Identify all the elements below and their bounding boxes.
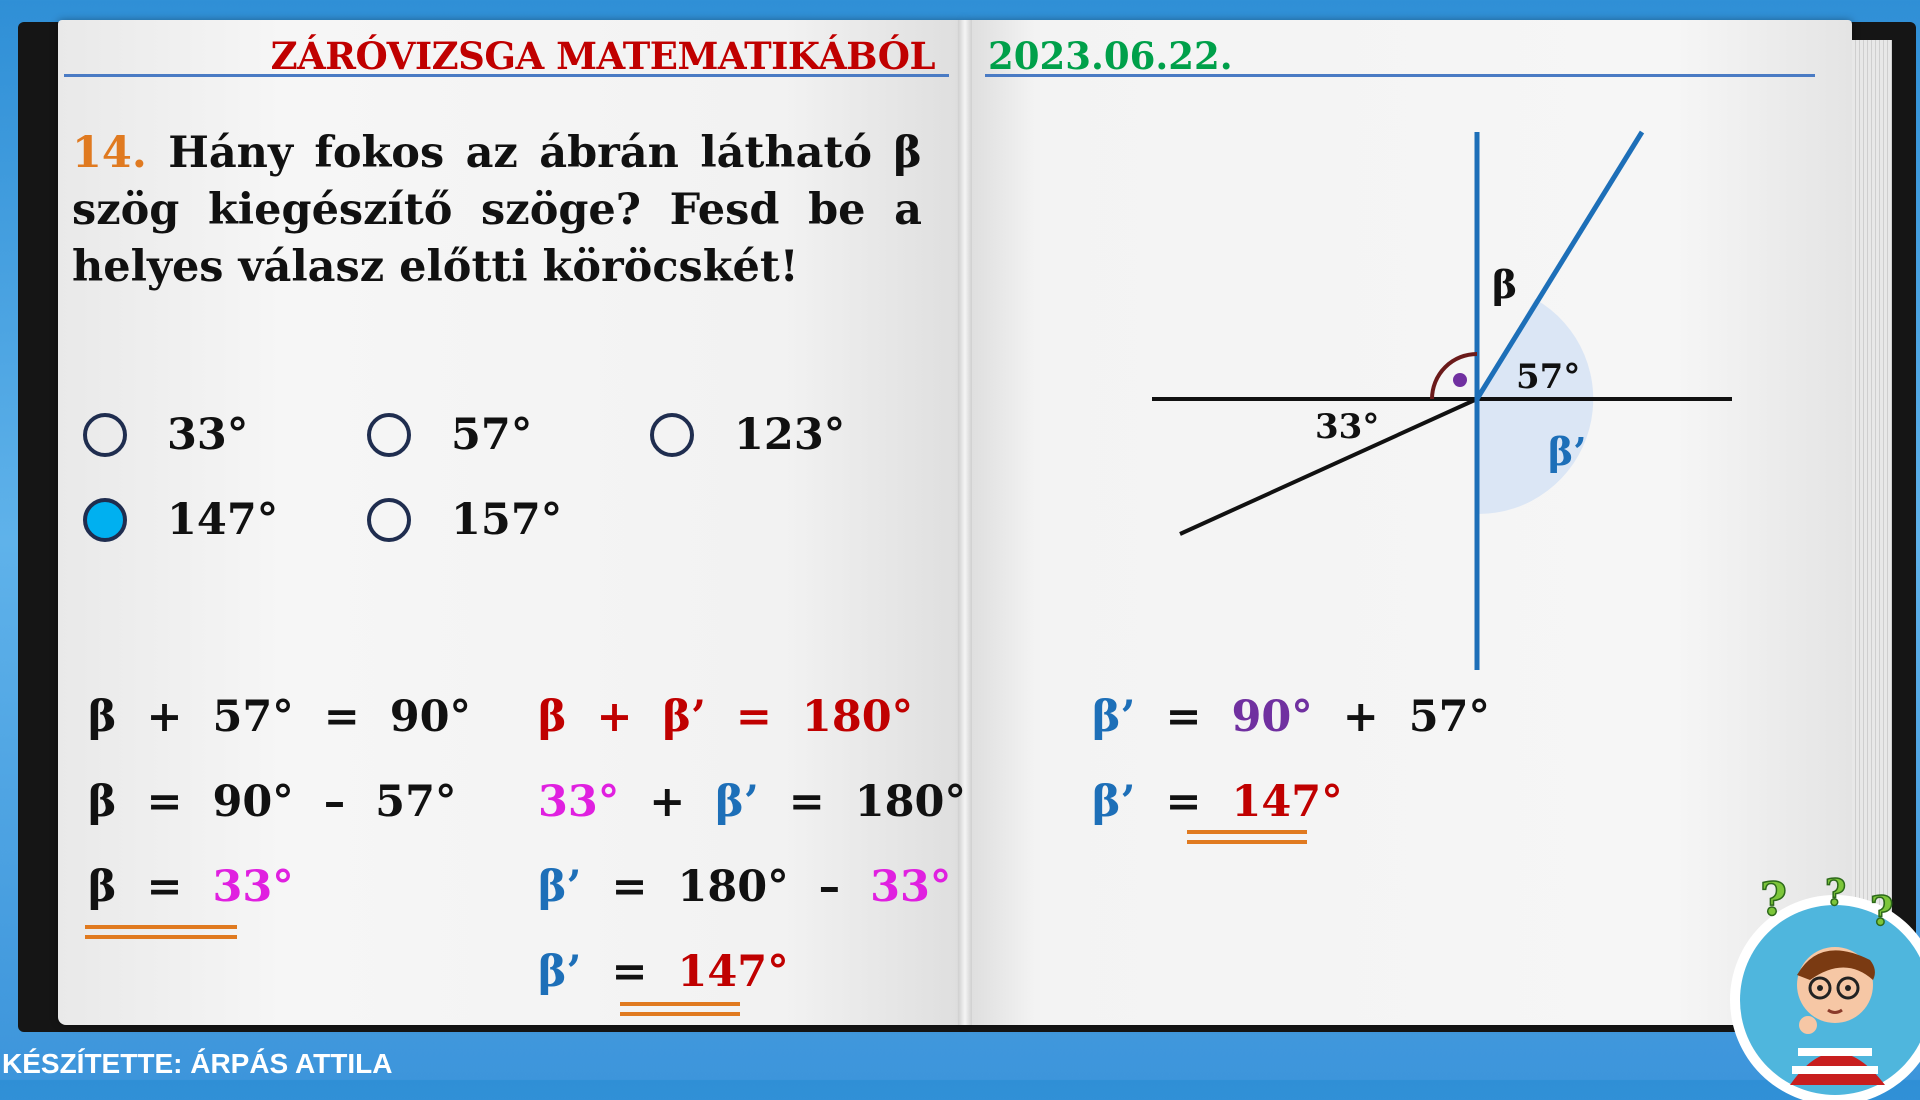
option-label: 157°: [451, 495, 563, 545]
exam-title: ZÁRÓVIZSGA MATEMATIKÁBÓL: [270, 34, 936, 78]
thinking-boy-mascot-icon: ? ? ?: [1730, 871, 1920, 1100]
question-body: Hány fokos az ábrán látható β szög kiegé…: [72, 128, 922, 292]
option-147[interactable]: 147°: [83, 495, 278, 545]
header-divider-right: [985, 74, 1815, 77]
radio-circle-filled-icon[interactable]: [83, 498, 127, 542]
svg-text:?: ?: [1760, 872, 1787, 926]
eq-col3-line2: β’ = 147°: [1092, 777, 1343, 827]
book-spine: [958, 20, 972, 1025]
underline-col2-a: [620, 1002, 740, 1006]
eq-col2-line3: β’ = 180° – 33°: [538, 862, 952, 912]
option-157[interactable]: 157°: [367, 495, 562, 545]
page-edges: [1852, 40, 1892, 1010]
radio-circle-icon[interactable]: [367, 413, 411, 457]
option-123[interactable]: 123°: [650, 410, 845, 460]
angle-diagram: β 57° 33° β’: [1152, 130, 1732, 670]
radio-circle-icon[interactable]: [650, 413, 694, 457]
label-beta-prime: β’: [1548, 429, 1586, 474]
underline-col1-b: [85, 935, 237, 939]
eq-col2-line4: β’ = 147°: [538, 947, 789, 997]
option-label: 123°: [734, 410, 846, 460]
eq-col3-line1: β’ = 90° + 57°: [1092, 692, 1491, 742]
author-credit: KÉSZÍTETTE: ÁRPÁS ATTILA: [2, 1048, 393, 1079]
option-33[interactable]: 33°: [83, 410, 248, 460]
question-number: 14.: [72, 128, 147, 178]
underline-col3-b: [1187, 840, 1307, 844]
header-divider-left: [64, 74, 949, 77]
eq-col1-line2: β = 90° – 57°: [88, 777, 457, 827]
svg-text:?: ?: [1870, 888, 1893, 935]
label-57: 57°: [1516, 357, 1580, 397]
radio-circle-icon[interactable]: [367, 498, 411, 542]
option-label: 33°: [167, 410, 249, 460]
label-33: 33°: [1315, 407, 1379, 447]
option-57[interactable]: 57°: [367, 410, 532, 460]
label-beta: β: [1492, 262, 1517, 307]
option-label: 147°: [167, 495, 279, 545]
underline-col2-b: [620, 1012, 740, 1016]
option-label: 57°: [451, 410, 533, 460]
eq-col2-line2: 33° + β’ = 180°: [538, 777, 966, 827]
eq-col2-line1: β + β’ = 180°: [538, 692, 914, 742]
question-text: 14. Hány fokos az ábrán látható β szög k…: [72, 125, 922, 296]
right-angle-dot-icon: [1453, 373, 1467, 387]
svg-text:?: ?: [1825, 872, 1846, 914]
exam-date: 2023.06.22.: [988, 34, 1233, 78]
radio-circle-icon[interactable]: [83, 413, 127, 457]
beta-prime-shade: [1477, 299, 1594, 515]
underline-col3-a: [1187, 830, 1307, 834]
eq-col1-line1: β + 57° = 90°: [88, 692, 472, 742]
underline-col1-a: [85, 925, 237, 929]
eq-col1-line3: β = 33°: [88, 862, 294, 912]
